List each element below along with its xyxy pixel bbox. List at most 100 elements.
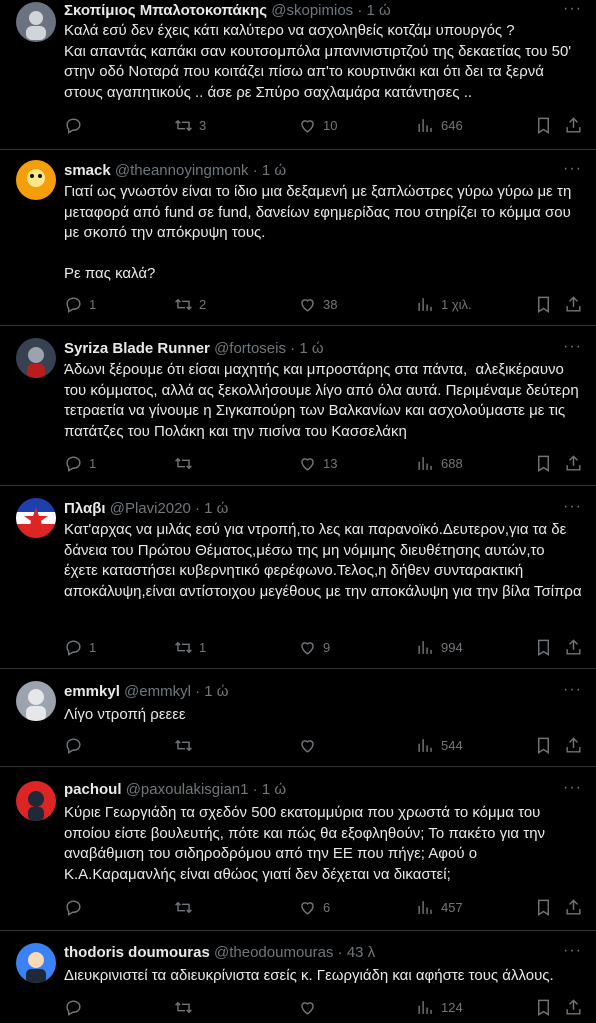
views-button[interactable]: 1 χιλ.	[416, 295, 472, 314]
views-button[interactable]: 544	[416, 736, 463, 755]
reply-button[interactable]	[64, 898, 89, 917]
timestamp[interactable]: · 1 ώ	[253, 781, 286, 798]
author-handle[interactable]: @fortoseis	[214, 340, 286, 357]
tweet[interactable]: smack @theannoyingmonk · 1 ώ ··· Γιατί ω…	[0, 150, 596, 326]
more-icon[interactable]: ···	[563, 681, 582, 699]
heart-icon	[301, 740, 314, 753]
avatar[interactable]	[16, 338, 56, 378]
views-button[interactable]: 646	[416, 116, 463, 135]
bookmark-button[interactable]	[534, 295, 553, 314]
like-button[interactable]: 6	[298, 898, 330, 917]
share-button[interactable]	[564, 454, 583, 473]
like-button[interactable]: 38	[298, 295, 337, 314]
avatar[interactable]	[16, 681, 56, 721]
heart-icon	[301, 1002, 314, 1015]
avatar[interactable]	[16, 160, 56, 200]
reply-button[interactable]	[64, 998, 89, 1017]
more-icon[interactable]: ···	[563, 942, 582, 960]
tweet[interactable]: thodoris doumouras @theodoumouras · 43 λ…	[0, 931, 596, 1023]
like-button[interactable]: 13	[298, 454, 337, 473]
bookmark-button[interactable]	[534, 998, 553, 1017]
action-bar: 124	[64, 998, 582, 1018]
author-handle[interactable]: @theodoumouras	[214, 944, 333, 961]
reply-button[interactable]	[64, 736, 89, 755]
author-name[interactable]: emmkyl	[64, 683, 120, 700]
author-handle[interactable]: @skopimios	[271, 2, 353, 19]
bookmark-icon	[538, 455, 549, 472]
share-button[interactable]	[564, 638, 583, 657]
action-bar: 6 457	[64, 898, 582, 918]
avatar[interactable]	[16, 2, 56, 42]
like-button[interactable]: 10	[298, 116, 337, 135]
share-button[interactable]	[564, 295, 583, 314]
bookmark-button[interactable]	[534, 898, 553, 917]
timestamp[interactable]: · 43 λ	[338, 944, 376, 961]
reply-icon	[66, 1000, 81, 1016]
reply-icon	[66, 640, 81, 656]
author-name[interactable]: smack	[64, 162, 111, 179]
retweet-button[interactable]: 2	[174, 295, 206, 314]
author-name[interactable]: thodoris doumouras	[64, 944, 210, 961]
tweet[interactable]: Πλαβι @Plavi2020 · 1 ώ ··· Κατ'αρχας να …	[0, 486, 596, 669]
reply-icon	[66, 738, 81, 754]
timestamp[interactable]: · 1 ώ	[195, 500, 228, 517]
reply-count: 1	[89, 297, 97, 312]
timestamp[interactable]: · 1 ώ	[357, 2, 390, 19]
more-icon[interactable]: ···	[563, 160, 582, 178]
share-button[interactable]	[564, 998, 583, 1017]
retweet-button[interactable]	[174, 736, 199, 755]
timestamp[interactable]: · 1 ώ	[253, 162, 286, 179]
bookmark-button[interactable]	[534, 116, 553, 135]
author-handle[interactable]: @paxoulakisgian1	[126, 781, 249, 798]
bookmark-button[interactable]	[534, 736, 553, 755]
timestamp[interactable]: · 1 ώ	[195, 683, 228, 700]
retweet-button[interactable]: 1	[174, 638, 206, 657]
tweet-header: smack @theannoyingmonk · 1 ώ	[64, 161, 556, 181]
reply-button[interactable]: 1	[64, 295, 96, 314]
author-name[interactable]: Syriza Blade Runner	[64, 340, 210, 357]
tweet-text: Καλά εσύ δεν έχεις κάτι καλύτερο να ασχο…	[64, 22, 572, 101]
more-icon[interactable]: ···	[563, 338, 582, 356]
tweet[interactable]: Σκοπίμιος Μπαλοτοκοπάκης @skopimios · 1 …	[0, 0, 596, 150]
like-button[interactable]: 9	[298, 638, 330, 657]
tweet[interactable]: Syriza Blade Runner @fortoseis · 1 ώ ···…	[0, 326, 596, 486]
share-icon	[566, 296, 581, 312]
timestamp[interactable]: · 1 ώ	[290, 340, 323, 357]
reply-button[interactable]: 1	[64, 638, 96, 657]
like-button[interactable]	[298, 736, 323, 755]
author-name[interactable]: Σκοπίμιος Μπαλοτοκοπάκης	[64, 2, 267, 19]
more-icon[interactable]: ···	[563, 498, 582, 516]
bookmark-icon	[538, 899, 549, 916]
share-button[interactable]	[564, 116, 583, 135]
avatar[interactable]	[16, 498, 56, 538]
reply-count: 1	[89, 640, 97, 655]
more-icon[interactable]: ···	[563, 779, 582, 797]
views-button[interactable]: 994	[416, 638, 463, 657]
bookmark-button[interactable]	[534, 454, 553, 473]
tweet[interactable]: pachoul @paxoulakisgian1 · 1 ώ ··· Κύριε…	[0, 767, 596, 931]
tweet-text: Γιατί ως γνωστόν είναι το ίδιο μια δεξαμ…	[64, 183, 572, 282]
avatar[interactable]	[16, 943, 56, 983]
author-name[interactable]: Πλαβι	[64, 500, 106, 517]
avatar[interactable]	[16, 781, 56, 821]
retweet-button[interactable]	[174, 998, 199, 1017]
reply-button[interactable]	[64, 116, 89, 135]
retweet-button[interactable]	[174, 454, 199, 473]
author-handle[interactable]: @theannoyingmonk	[115, 162, 249, 179]
author-handle[interactable]: @Plavi2020	[110, 500, 191, 517]
views-button[interactable]: 124	[416, 998, 463, 1017]
bookmark-button[interactable]	[534, 638, 553, 657]
tweet[interactable]: emmkyl @emmkyl · 1 ώ ··· Λίγο ντροπή ρεε…	[0, 669, 596, 767]
more-icon[interactable]: ···	[563, 0, 582, 18]
share-button[interactable]	[564, 898, 583, 917]
retweet-button[interactable]	[174, 898, 199, 917]
reply-button[interactable]: 1	[64, 454, 96, 473]
views-button[interactable]: 457	[416, 898, 463, 917]
author-name[interactable]: pachoul	[64, 781, 122, 798]
like-button[interactable]	[298, 998, 323, 1017]
share-icon	[566, 999, 581, 1015]
views-button[interactable]: 688	[416, 454, 463, 473]
retweet-button[interactable]: 3	[174, 116, 206, 135]
share-button[interactable]	[564, 736, 583, 755]
author-handle[interactable]: @emmkyl	[124, 683, 191, 700]
